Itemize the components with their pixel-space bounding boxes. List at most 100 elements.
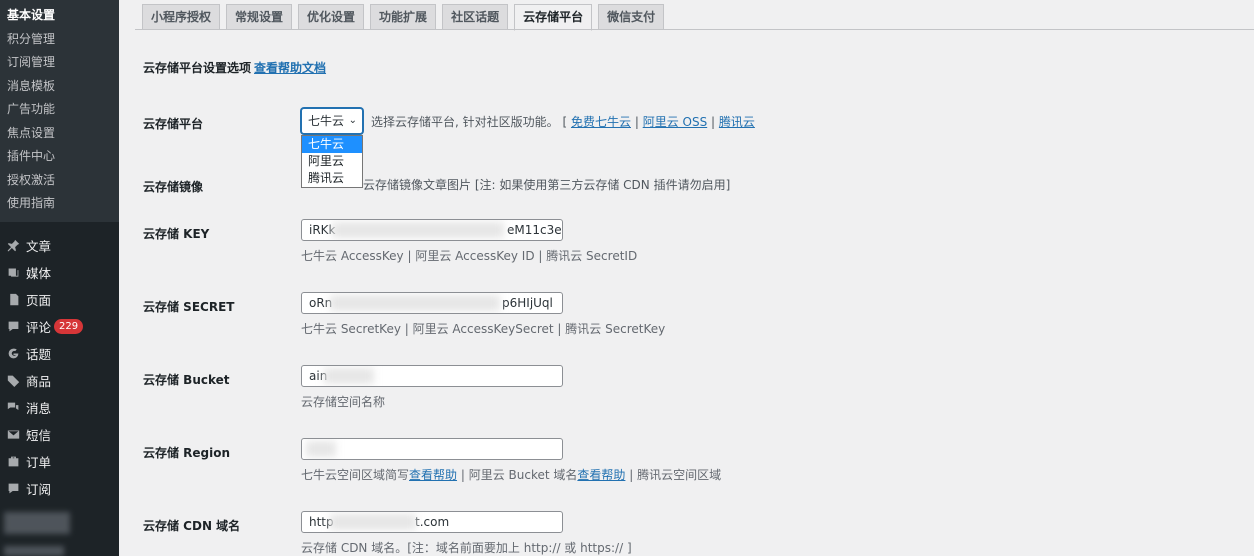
- admin-sidebar: 基本设置 积分管理 订阅管理 消息模板 广告功能 焦点设置 插件中心 授权激活 …: [0, 0, 119, 556]
- submenu-item-points[interactable]: 积分管理: [0, 28, 119, 52]
- menu-item-topics[interactable]: 话题: [0, 340, 119, 367]
- platform-select[interactable]: 七牛云 ⌄: [301, 108, 363, 134]
- section-title-text: 云存储平台设置选项: [143, 61, 252, 75]
- mail-icon: [6, 427, 20, 441]
- qiniu-free-link[interactable]: 免费七牛云: [571, 115, 631, 129]
- secret-input[interactable]: oRn p6HIjUql: [301, 292, 563, 314]
- main-menu: 文章 媒体 页面 评论 229 话题 商品 消息 短信 订单 订阅: [0, 222, 119, 502]
- main-content: 小程序授权 常规设置 优化设置 功能扩展 社区话题 云存储平台 微信支付 云存储…: [119, 0, 1254, 556]
- platform-option-aliyun[interactable]: 阿里云: [302, 153, 362, 170]
- platform-help-text: 选择云存储平台, 针对社区版功能。 [: [371, 115, 568, 129]
- comment-icon: [6, 319, 20, 333]
- menu-item-media[interactable]: 媒体: [0, 259, 119, 286]
- menu-label: 文章: [26, 238, 52, 254]
- tab-community-topics[interactable]: 社区话题: [442, 4, 509, 30]
- menu-item-posts[interactable]: 文章: [0, 232, 119, 259]
- menu-label: 消息: [26, 400, 52, 416]
- tab-general[interactable]: 常规设置: [226, 4, 293, 30]
- menu-label: 页面: [26, 292, 52, 308]
- redacted-secret: [330, 295, 500, 311]
- menu-item-sms[interactable]: 短信: [0, 421, 119, 448]
- redacted-menu-item: [4, 546, 64, 556]
- platform-option-qiniu[interactable]: 七牛云: [302, 136, 362, 153]
- section-title: 云存储平台设置选项 查看帮助文档: [143, 59, 326, 76]
- platform-dropdown: 七牛云 阿里云 腾讯云: [301, 135, 363, 188]
- secret-value-start: oRn: [309, 296, 333, 310]
- region-desc: 七牛云空间区域简写查看帮助 | 阿里云 Bucket 域名查看帮助 | 腾讯云空…: [301, 466, 721, 483]
- bucket-input[interactable]: ain: [301, 365, 563, 387]
- comment-count-badge: 229: [54, 318, 84, 334]
- platform-option-tencent[interactable]: 腾讯云: [302, 170, 362, 187]
- bucket-label: 云存储 Bucket: [143, 373, 230, 387]
- chevron-down-icon: ⌄: [348, 115, 357, 126]
- region-label: 云存储 Region: [143, 446, 231, 460]
- redacted-bucket: [324, 368, 374, 384]
- submenu-item-plugins[interactable]: 插件中心: [0, 145, 119, 169]
- mirror-desc: 云存储镜像文章图片 [注: 如果使用第三方云存储 CDN 插件请勿启用]: [363, 178, 731, 192]
- cdn-value-end: t.com: [415, 515, 450, 529]
- subscribe-icon: [6, 481, 20, 495]
- key-input[interactable]: iRKk eM11c3ec: [301, 219, 563, 241]
- region-desc-qiniu: 七牛云空间区域简写: [301, 468, 410, 482]
- bucket-desc: 云存储空间名称: [301, 395, 386, 409]
- redacted-key: [332, 222, 504, 238]
- menu-item-pages[interactable]: 页面: [0, 286, 119, 313]
- topic-icon: [6, 346, 20, 360]
- help-docs-link[interactable]: 查看帮助文档: [254, 61, 326, 75]
- menu-label: 订单: [26, 454, 52, 470]
- submenu-item-message-templates[interactable]: 消息模板: [0, 75, 119, 99]
- submenu-item-subscriptions[interactable]: 订阅管理: [0, 51, 119, 75]
- menu-label: 商品: [26, 373, 52, 389]
- menu-item-subscribe[interactable]: 订阅: [0, 475, 119, 502]
- mirror-label: 云存储镜像: [143, 180, 204, 194]
- qiniu-region-help-link[interactable]: 查看帮助: [409, 468, 457, 482]
- submenu-item-basic[interactable]: 基本设置: [0, 4, 119, 28]
- page-icon: [6, 292, 20, 306]
- key-label: 云存储 KEY: [143, 227, 210, 241]
- cdn-input[interactable]: http t.com: [301, 511, 563, 533]
- redacted-region: [306, 441, 336, 457]
- redacted-cdn: [330, 514, 416, 530]
- separator: |: [634, 115, 639, 129]
- region-desc-aliyun: | 阿里云 Bucket 域名: [457, 468, 578, 482]
- submenu-item-guide[interactable]: 使用指南: [0, 192, 119, 216]
- cart-icon: [6, 454, 20, 468]
- aliyun-region-help-link[interactable]: 查看帮助: [577, 468, 625, 482]
- aliyun-oss-link[interactable]: 阿里云 OSS: [643, 115, 708, 129]
- menu-label: 短信: [26, 427, 52, 443]
- media-icon: [6, 265, 20, 279]
- platform-help: 选择云存储平台, 针对社区版功能。 [ 免费七牛云 | 阿里云 OSS | 腾讯…: [371, 113, 755, 130]
- settings-submenu: 基本设置 积分管理 订阅管理 消息模板 广告功能 焦点设置 插件中心 授权激活 …: [0, 0, 119, 222]
- separator: |: [711, 115, 716, 129]
- menu-item-messages[interactable]: 消息: [0, 394, 119, 421]
- platform-label: 云存储平台: [143, 117, 204, 131]
- key-desc: 七牛云 AccessKey | 阿里云 AccessKey ID | 腾讯云 S…: [301, 249, 638, 263]
- tab-extensions[interactable]: 功能扩展: [370, 4, 437, 30]
- tab-wechat-pay[interactable]: 微信支付: [598, 4, 665, 30]
- settings-tabs: 小程序授权 常规设置 优化设置 功能扩展 社区话题 云存储平台 微信支付: [142, 4, 670, 31]
- menu-label: 评论: [26, 319, 52, 335]
- menu-item-orders[interactable]: 订单: [0, 448, 119, 475]
- menu-label: 话题: [26, 346, 52, 362]
- key-value-end: eM11c3ec: [507, 223, 563, 237]
- region-desc-tencent: | 腾讯云空间区域: [625, 468, 722, 482]
- secret-label: 云存储 SECRET: [143, 300, 235, 314]
- tab-cloud-storage[interactable]: 云存储平台: [514, 4, 593, 31]
- menu-label: 订阅: [26, 481, 52, 497]
- tag-icon: [6, 373, 20, 387]
- submenu-item-activation[interactable]: 授权激活: [0, 169, 119, 193]
- redacted-menu-item: [4, 512, 70, 534]
- tab-optimization[interactable]: 优化设置: [298, 4, 365, 30]
- cdn-label: 云存储 CDN 域名: [143, 519, 241, 533]
- menu-item-comments[interactable]: 评论 229: [0, 313, 119, 340]
- submenu-item-ads[interactable]: 广告功能: [0, 98, 119, 122]
- tab-miniprogram-auth[interactable]: 小程序授权: [142, 4, 221, 30]
- platform-selected-value: 七牛云: [308, 114, 345, 128]
- menu-label: 媒体: [26, 265, 52, 281]
- submenu-item-focus[interactable]: 焦点设置: [0, 122, 119, 146]
- tab-divider: [135, 29, 1254, 30]
- region-input[interactable]: [301, 438, 563, 460]
- menu-item-products[interactable]: 商品: [0, 367, 119, 394]
- tencent-cloud-link[interactable]: 腾讯云: [719, 115, 755, 129]
- secret-desc: 七牛云 SecretKey | 阿里云 AccessKeySecret | 腾讯…: [301, 322, 666, 336]
